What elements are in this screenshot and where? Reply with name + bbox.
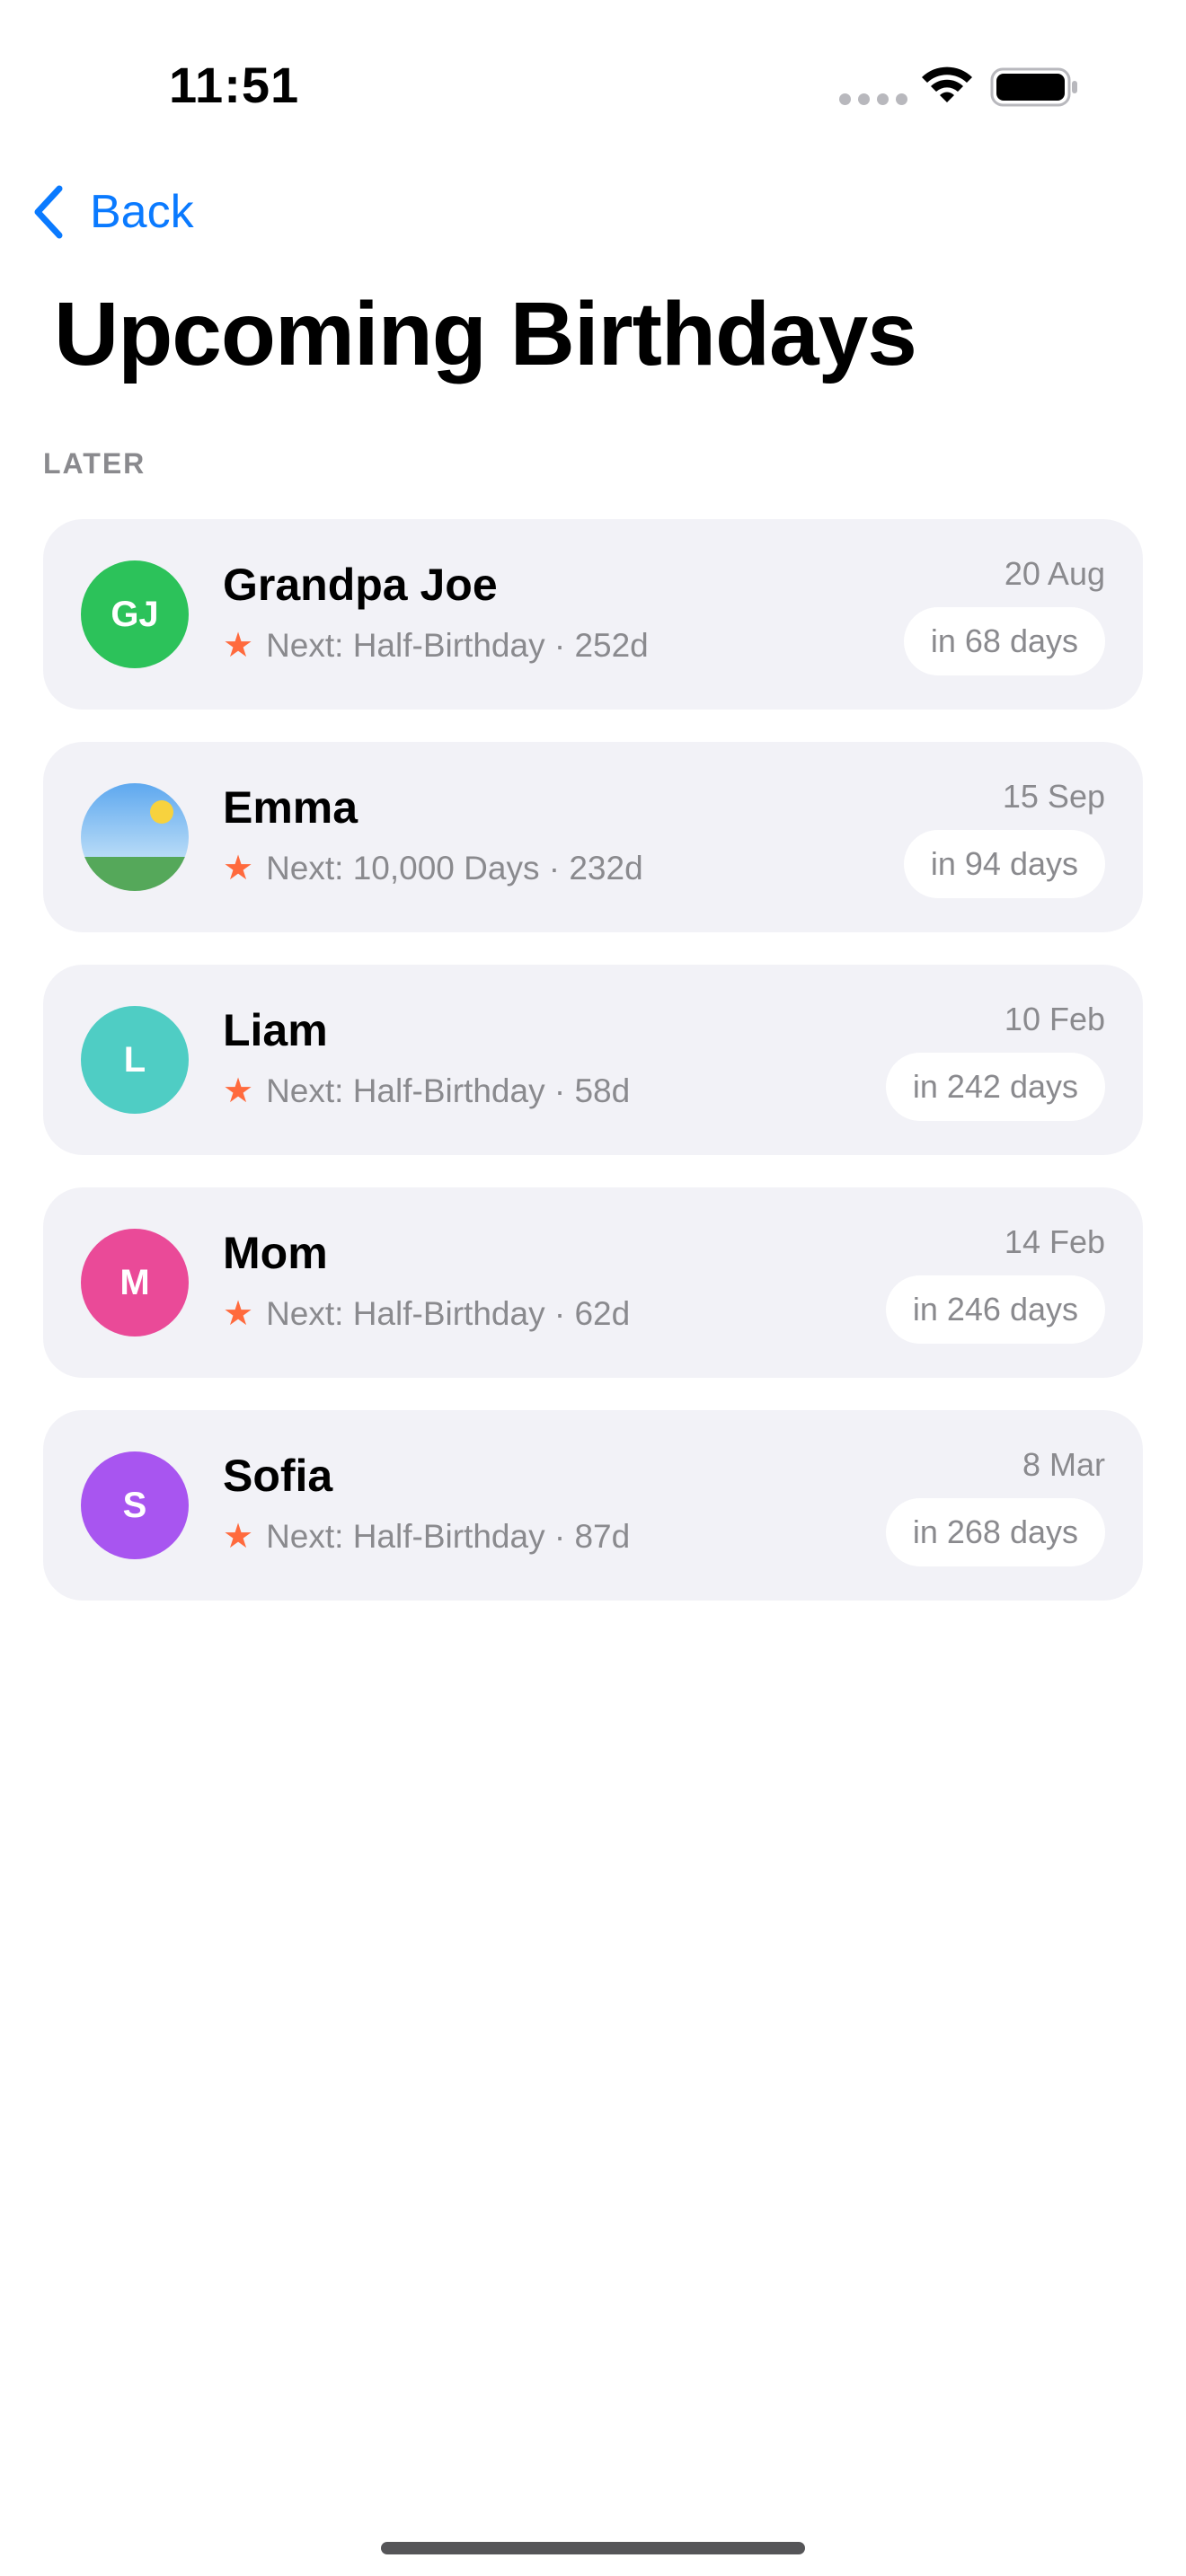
list-item[interactable]: M Mom ★ Next: Half-Birthday · 62d 14 Feb… bbox=[43, 1187, 1143, 1378]
birthday-date: 15 Sep bbox=[1002, 778, 1105, 815]
person-name: Grandpa Joe bbox=[223, 560, 498, 610]
home-indicator[interactable] bbox=[381, 2542, 805, 2554]
star-icon: ★ bbox=[223, 850, 254, 887]
avatar-initials: GJ bbox=[111, 594, 159, 634]
countdown-badge: in 246 days bbox=[885, 1275, 1105, 1344]
milestone: ★ Next: Half-Birthday · 58d bbox=[223, 1072, 630, 1110]
avatar: L bbox=[81, 1006, 189, 1114]
avatar-initials: S bbox=[122, 1485, 147, 1525]
person-name: Liam bbox=[223, 1005, 328, 1055]
milestone: ★ Next: 10,000 Days · 232d bbox=[223, 850, 643, 887]
countdown-badge: in 94 days bbox=[903, 830, 1105, 898]
birthday-date: 14 Feb bbox=[1004, 1223, 1105, 1260]
back-button[interactable]: Back bbox=[32, 176, 194, 248]
milestone-text: Next: Half-Birthday · 62d bbox=[266, 1295, 631, 1332]
back-label: Back bbox=[90, 186, 194, 238]
person-name: Sofia bbox=[223, 1451, 333, 1501]
milestone: ★ Next: Half-Birthday · 252d bbox=[223, 627, 649, 665]
milestone-text: Next: 10,000 Days · 232d bbox=[266, 850, 643, 887]
milestone: ★ Next: Half-Birthday · 62d bbox=[223, 1295, 630, 1333]
countdown-badge: in 68 days bbox=[903, 607, 1105, 675]
birthday-list: GJ Grandpa Joe ★ Next: Half-Birthday · 2… bbox=[43, 519, 1143, 1633]
birthday-date: 8 Mar bbox=[1022, 1446, 1105, 1483]
birthday-date: 10 Feb bbox=[1004, 1001, 1105, 1037]
star-icon: ★ bbox=[223, 1518, 254, 1556]
avatar-initials: M bbox=[119, 1262, 150, 1302]
status-bar: 11:51 bbox=[0, 0, 1186, 171]
birthday-date: 20 Aug bbox=[1004, 555, 1105, 592]
star-icon: ★ bbox=[223, 627, 254, 665]
milestone-text: Next: Half-Birthday · 252d bbox=[266, 627, 649, 664]
avatar-initials: L bbox=[123, 1039, 146, 1080]
wifi-icon bbox=[920, 66, 974, 112]
star-icon: ★ bbox=[223, 1072, 254, 1110]
avatar: S bbox=[81, 1451, 189, 1559]
list-item[interactable]: S Sofia ★ Next: Half-Birthday · 87d 8 Ma… bbox=[43, 1410, 1143, 1601]
list-item[interactable]: L Liam ★ Next: Half-Birthday · 58d 10 Fe… bbox=[43, 965, 1143, 1155]
cellular-signal-icon bbox=[839, 93, 907, 105]
battery-icon bbox=[990, 66, 1080, 112]
section-header: LATER bbox=[43, 447, 146, 480]
countdown-badge: in 242 days bbox=[885, 1053, 1105, 1121]
avatar: M bbox=[81, 1229, 189, 1337]
countdown-badge: in 268 days bbox=[885, 1498, 1105, 1566]
landscape-photo-icon bbox=[81, 783, 189, 891]
list-item[interactable]: GJ Grandpa Joe ★ Next: Half-Birthday · 2… bbox=[43, 519, 1143, 710]
milestone-text: Next: Half-Birthday · 87d bbox=[266, 1518, 631, 1555]
person-name: Mom bbox=[223, 1228, 328, 1278]
avatar bbox=[81, 783, 189, 891]
milestone-text: Next: Half-Birthday · 58d bbox=[266, 1072, 631, 1109]
person-name: Emma bbox=[223, 782, 358, 833]
page-title: Upcoming Birthdays bbox=[54, 284, 917, 384]
avatar: GJ bbox=[81, 560, 189, 668]
star-icon: ★ bbox=[223, 1295, 254, 1333]
milestone: ★ Next: Half-Birthday · 87d bbox=[223, 1518, 630, 1556]
status-time: 11:51 bbox=[169, 57, 300, 113]
chevron-left-icon bbox=[34, 185, 63, 239]
list-item[interactable]: Emma ★ Next: 10,000 Days · 232d 15 Sep i… bbox=[43, 742, 1143, 932]
